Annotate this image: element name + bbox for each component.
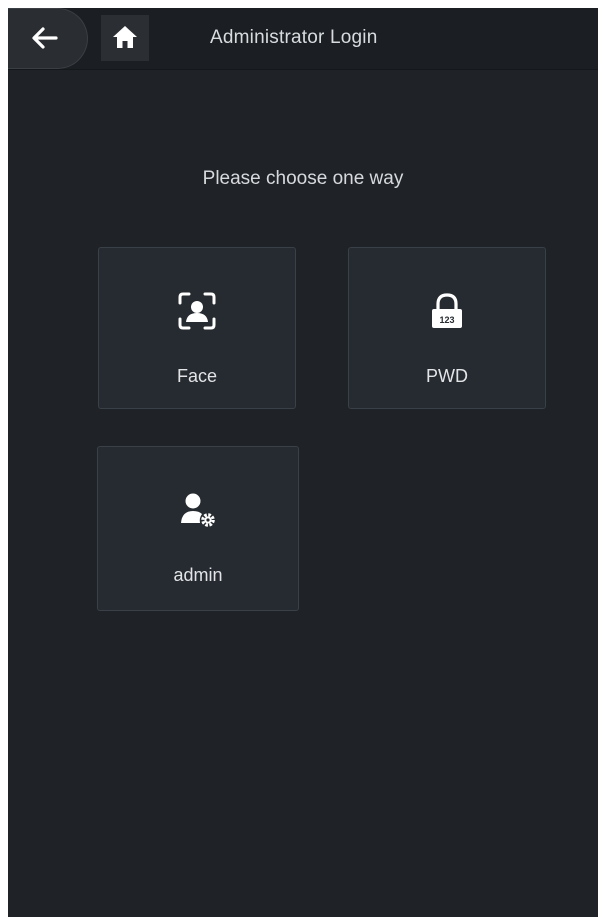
admin-login-button[interactable]: admin: [97, 446, 299, 611]
choose-method-prompt: Please choose one way: [202, 168, 404, 189]
face-login-button[interactable]: Face: [98, 247, 296, 409]
padlock-icon: 123: [432, 293, 462, 328]
page-title: Administrator Login: [210, 27, 378, 48]
arrow-left-icon: [32, 27, 58, 49]
screen: Administrator Login Please choose one wa…: [8, 8, 598, 917]
face-scan-icon: [178, 292, 216, 330]
pwd-label: PWD: [426, 366, 468, 386]
home-icon: [113, 26, 137, 48]
password-login-button[interactable]: 123 PWD: [348, 247, 546, 409]
home-button[interactable]: [101, 15, 149, 61]
user-settings-icon: [181, 493, 215, 527]
back-button[interactable]: [8, 8, 88, 69]
face-label: Face: [176, 366, 218, 386]
admin-label: admin: [173, 565, 223, 585]
top-bar: Administrator Login: [8, 8, 598, 70]
padlock-code-text: 123: [439, 315, 454, 325]
